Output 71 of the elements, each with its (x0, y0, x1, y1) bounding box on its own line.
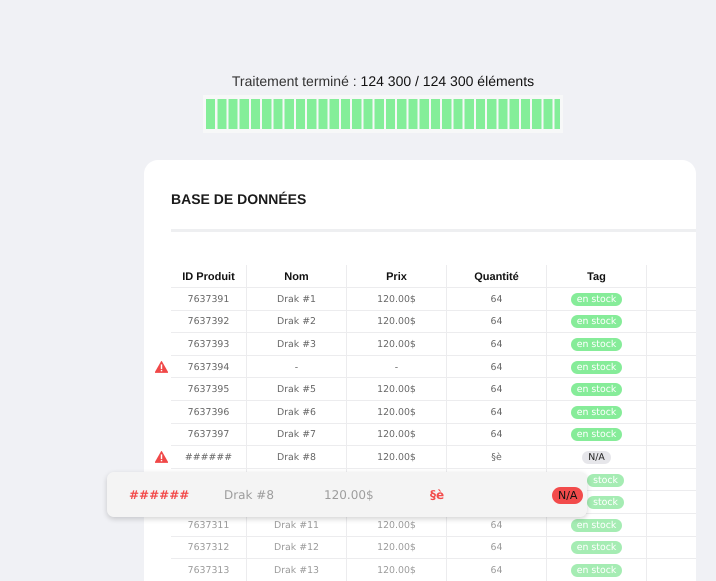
table-cell: 64 (490, 564, 502, 576)
column-header: Prix (386, 270, 407, 282)
tag-badge: en stock (570, 406, 622, 419)
table-cell: 7637393 (188, 338, 230, 350)
table-cell: 7637397 (188, 429, 230, 440)
card-title: BASE DE DONNÉES (171, 191, 308, 207)
table-cell: Drak #3 (276, 338, 316, 350)
table-cell: 64 (490, 338, 502, 350)
table-cell: Drak #5 (276, 384, 316, 396)
table-cell: Drak #2 (276, 316, 316, 328)
table-cell: 64 (490, 429, 502, 440)
tag-badge: en stock (570, 428, 622, 442)
column-header: Quantité (474, 270, 519, 282)
table-cell: 64 (490, 542, 502, 554)
table-cell: 120.00$ (377, 429, 416, 440)
table-cell: 120.00$ (377, 338, 416, 350)
tag-badge: en stock (570, 292, 622, 306)
column-header: Nom (284, 270, 309, 282)
table-cell: Drak #12 (274, 542, 319, 554)
table-cell: 120.00$ (377, 384, 416, 396)
table-cell: Drak #8 (276, 452, 316, 463)
table-cell: Drak #7 (276, 429, 316, 440)
table-cell: 120.00$ (377, 520, 416, 531)
table-cell: 64 (490, 384, 502, 396)
table-cell: - (394, 362, 398, 373)
tag-badge: en stock (570, 383, 622, 396)
table-cell: 120.00$ (377, 316, 416, 328)
tag-badge: en stock (570, 564, 622, 577)
warning-icon (155, 451, 168, 464)
row-value: §è (430, 488, 446, 502)
table-cell: 120.00$ (377, 294, 416, 305)
row-value: ###### (129, 488, 190, 502)
table-cell: 120.00$ (377, 452, 416, 463)
table-cell: 120.00$ (377, 542, 416, 554)
table-cell: Drak #13 (274, 564, 319, 576)
table-cell: §è (491, 452, 502, 463)
table-cell: 7637311 (188, 520, 230, 531)
tag-badge: N/A (582, 450, 611, 464)
table-cell: 64 (490, 294, 502, 305)
warning-icon (155, 361, 168, 374)
table-cell: 7637392 (188, 316, 230, 328)
table-cell: 7637395 (188, 384, 230, 396)
tag-badge: en stock (570, 518, 622, 532)
tag-badge: en stock (570, 315, 622, 328)
table-cell: 64 (490, 520, 502, 531)
row-value: 120.00$ (324, 488, 375, 502)
table-cell: 64 (490, 362, 502, 373)
table-cell: 120.00$ (377, 406, 416, 418)
table-cell: ###### (184, 452, 232, 463)
progress-caption: Traitement terminé : 124 300 / 124 300 éléments (232, 73, 534, 89)
tag-badge: stock (587, 474, 624, 487)
table-cell: Drak #1 (276, 294, 316, 305)
table-cell: 120.00$ (377, 564, 416, 576)
table-cell: 7637396 (188, 406, 230, 418)
tag-badge: stock (587, 496, 624, 510)
table-cell: - (294, 362, 298, 373)
tag-badge: en stock (570, 360, 622, 374)
tag-badge: en stock (570, 338, 622, 351)
table-cell: 7637312 (188, 542, 230, 554)
table-cell: 64 (490, 316, 502, 328)
table-cell: 64 (490, 406, 502, 418)
row-value: Drak #8 (224, 488, 275, 502)
table-cell: 7637313 (188, 564, 230, 576)
table-cell: Drak #6 (276, 406, 316, 418)
table-cell: 7637391 (188, 294, 230, 305)
tag-badge: N/A (552, 486, 584, 504)
column-header: ID Produit (182, 270, 235, 282)
column-header: Tag (587, 270, 606, 282)
tag-badge: en stock (570, 541, 622, 554)
table-cell: Drak #11 (274, 520, 319, 531)
table-cell: 7637394 (188, 362, 230, 373)
